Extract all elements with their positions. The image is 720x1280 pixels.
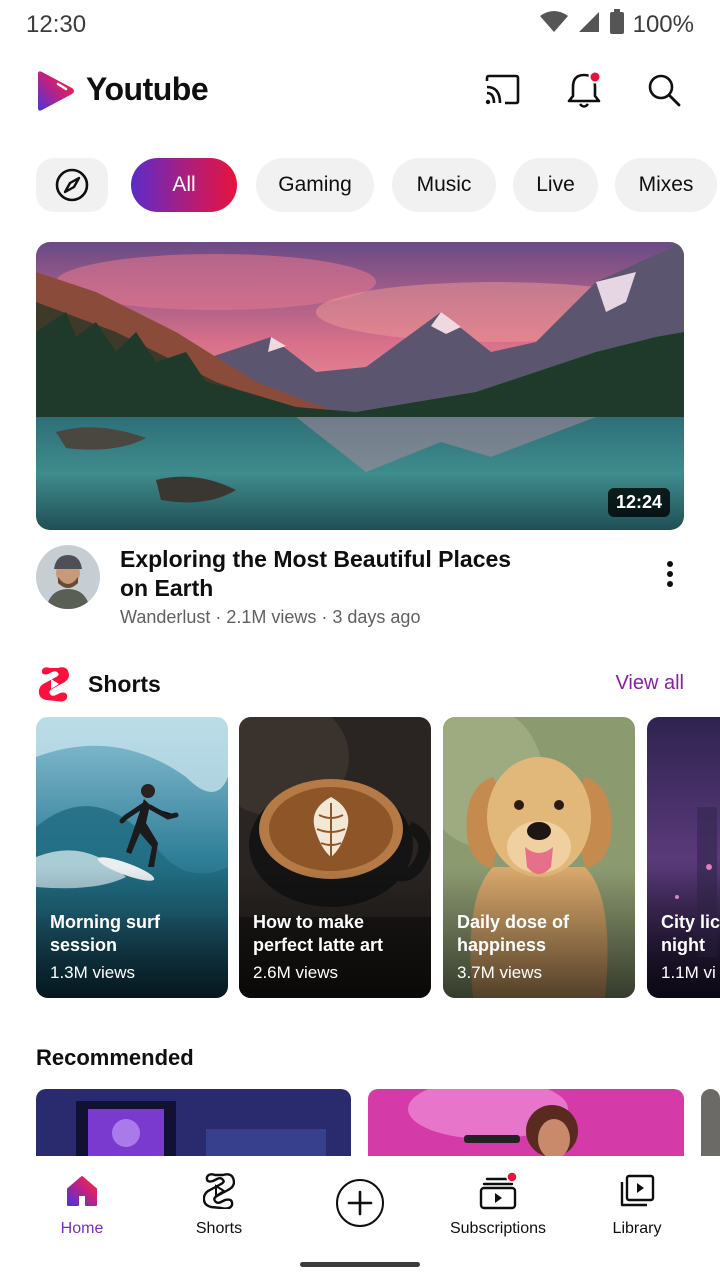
bottom-navigation: Home Shorts Subscriptions Library: [0, 1156, 720, 1280]
landscape-image: [36, 242, 684, 530]
battery-percent: 100%: [632, 11, 694, 38]
short-card[interactable]: Daily dose of happiness 3.7M views: [443, 717, 635, 998]
short-title: Daily dose of happiness: [457, 912, 570, 955]
cast-icon: [485, 74, 520, 105]
notifications-button[interactable]: [564, 70, 604, 110]
short-title: City lic night: [661, 912, 720, 955]
channel-avatar[interactable]: [36, 545, 100, 609]
video-duration: 12:24: [607, 488, 670, 517]
chip-all[interactable]: All: [131, 158, 237, 212]
plus-icon: [347, 1190, 373, 1216]
battery-icon: [609, 8, 625, 42]
status-icons: 100%: [539, 8, 694, 42]
wifi-icon: [539, 10, 569, 41]
search-icon: [648, 74, 681, 107]
app-header: Youtube: [0, 62, 720, 120]
create-button[interactable]: [336, 1179, 384, 1227]
shorts-icon: [159, 1172, 279, 1210]
recommended-video-thumbnail[interactable]: [368, 1089, 684, 1159]
recommended-video-thumbnail[interactable]: [701, 1089, 720, 1159]
more-vert-icon: [667, 561, 673, 587]
nav-library-label: Library: [612, 1220, 662, 1237]
short-card[interactable]: City lic night 1.1M vi: [647, 717, 720, 998]
chip-gaming[interactable]: Gaming: [256, 158, 374, 212]
recommended-video-thumbnail[interactable]: [36, 1089, 351, 1159]
short-views: 2.6M views: [253, 963, 339, 982]
home-indicator: [300, 1262, 420, 1267]
search-button[interactable]: [644, 70, 684, 110]
status-bar: 12:30 100%: [0, 0, 720, 50]
category-chips: All Gaming Music Live Mixes: [0, 158, 720, 212]
nav-home[interactable]: Home: [22, 1172, 142, 1238]
short-card[interactable]: How to make perfect latte art 2.6M views: [239, 717, 431, 998]
chip-live[interactable]: Live: [513, 158, 598, 212]
shorts-logo-icon: [38, 666, 70, 702]
cellular-icon: [577, 10, 601, 41]
app-title: Youtube: [86, 71, 209, 107]
featured-video-thumbnail[interactable]: 12:24: [36, 242, 684, 530]
nav-subscriptions-label: Subscriptions: [449, 1220, 547, 1237]
nav-shorts-label: Shorts: [195, 1220, 243, 1237]
bell-icon: [567, 70, 602, 108]
shorts-header: Shorts View all: [0, 664, 720, 704]
short-title: How to make perfect latte art: [253, 912, 384, 955]
shorts-title: Shorts: [88, 671, 161, 697]
home-icon: [22, 1172, 142, 1210]
short-views: 1.3M views: [50, 963, 136, 982]
nav-subscriptions[interactable]: Subscriptions: [438, 1172, 558, 1238]
chip-mixes[interactable]: Mixes: [615, 158, 717, 212]
more-options-button[interactable]: [654, 556, 686, 592]
nav-library[interactable]: Library: [577, 1172, 697, 1238]
recommended-title: Recommended: [36, 1045, 194, 1070]
video-meta: Wanderlust · 2.1M views · 3 days ago: [120, 607, 421, 627]
short-views: 1.1M vi: [661, 963, 716, 982]
nav-shorts[interactable]: Shorts: [159, 1172, 279, 1238]
video-title[interactable]: Exploring the Most Beautiful Places on E…: [120, 545, 520, 603]
chip-music[interactable]: Music: [392, 158, 496, 212]
short-title: Morning surf session: [50, 912, 160, 955]
short-views: 3.7M views: [457, 963, 543, 982]
nav-home-label: Home: [60, 1220, 104, 1237]
youtube-logo-icon[interactable]: [36, 70, 76, 112]
shorts-row: Morning surf session 1.3M views How to m…: [0, 717, 720, 999]
short-card[interactable]: Morning surf session 1.3M views: [36, 717, 228, 998]
compass-icon: [55, 168, 89, 202]
subscriptions-icon: [438, 1172, 558, 1210]
status-time: 12:30: [26, 11, 87, 38]
explore-button[interactable]: [36, 158, 108, 212]
view-all-link[interactable]: View all: [615, 672, 684, 695]
cast-button[interactable]: [482, 70, 522, 110]
library-icon: [577, 1172, 697, 1210]
